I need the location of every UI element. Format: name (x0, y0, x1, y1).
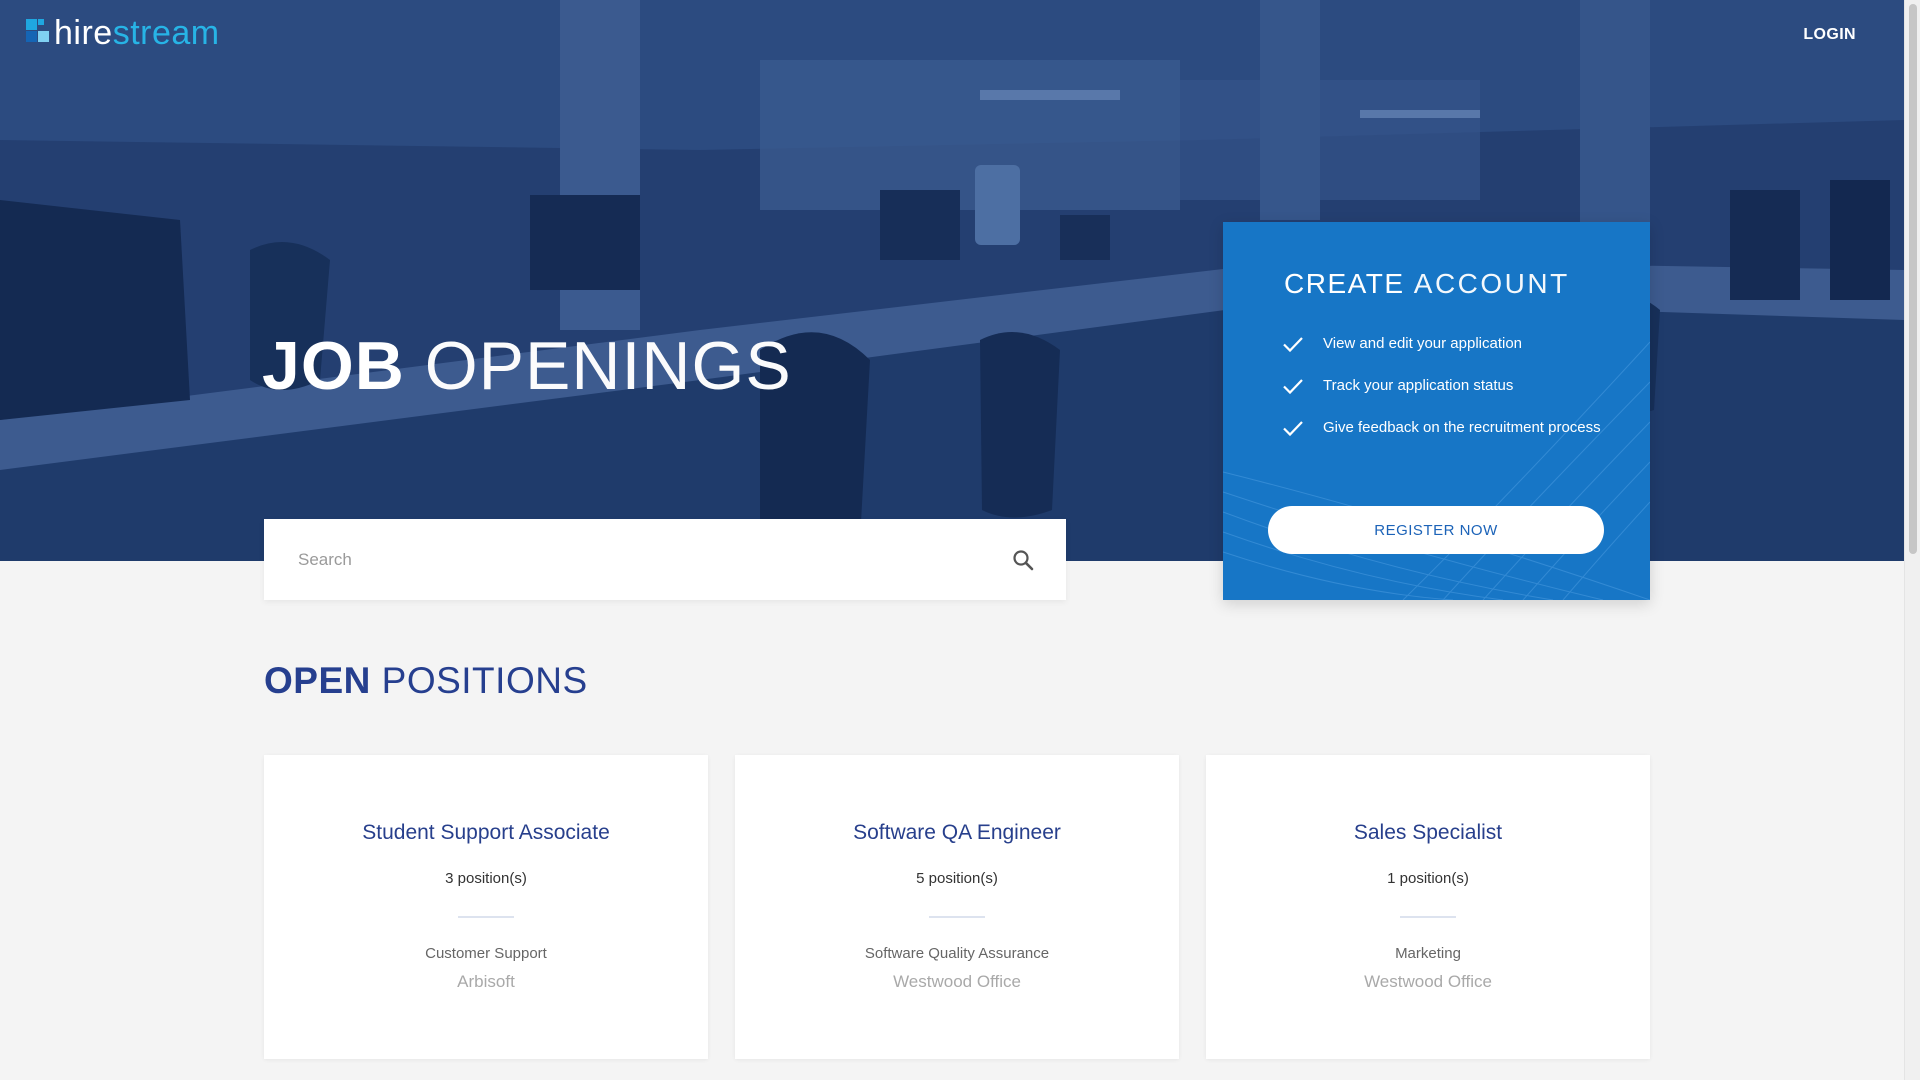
logo-text-hire: hire (54, 14, 113, 52)
job-card[interactable]: Student Support Associate 3 position(s) … (264, 755, 708, 1059)
job-title[interactable]: Sales Specialist (1206, 821, 1650, 845)
logo-mark-icon (26, 19, 50, 47)
check-icon (1283, 421, 1303, 437)
job-position-count: 1 position(s) (1387, 870, 1469, 887)
job-title[interactable]: Software QA Engineer (735, 821, 1179, 845)
logo-wordmark: hirestream (54, 16, 220, 50)
benefit-label: Give feedback on the recruitment process (1323, 419, 1601, 436)
job-divider (1400, 916, 1456, 918)
create-account-title: CREATE ACCOUNT (1284, 268, 1570, 300)
job-location: Westwood Office (893, 972, 1021, 991)
vertical-scrollbar[interactable] (1904, 0, 1920, 1080)
job-position-count: 5 position(s) (916, 870, 998, 887)
search-bar (264, 519, 1066, 600)
page-title: JOB OPENINGS (262, 326, 792, 406)
check-icon (1283, 379, 1303, 395)
logo-text-stream: stream (112, 14, 220, 52)
job-cards-list: Student Support Associate 3 position(s) … (264, 755, 1650, 1059)
benefit-item: Give feedback on the recruitment process (1281, 416, 1601, 440)
open-positions-heading-light: POSITIONS (381, 660, 588, 701)
create-account-title-light: ACCOUNT (1413, 268, 1570, 299)
job-divider (929, 916, 985, 918)
job-department: Software Quality Assurance (864, 945, 1050, 962)
job-position-count: 3 position(s) (445, 870, 527, 887)
benefit-item: Track your application status (1281, 374, 1601, 398)
create-account-card: CREATE ACCOUNT View and edit your applic… (1223, 222, 1650, 600)
search-icon[interactable] (1010, 547, 1036, 573)
scrollbar-thumb[interactable] (1909, 4, 1917, 554)
job-card[interactable]: Sales Specialist 1 position(s) Marketing… (1206, 755, 1650, 1059)
open-positions-heading: OPEN POSITIONS (264, 660, 588, 702)
job-location: Westwood Office (1364, 972, 1492, 991)
job-location: Arbisoft (457, 972, 515, 991)
hirestream-logo[interactable]: hirestream (26, 16, 220, 50)
create-account-title-strong: CREATE (1284, 268, 1405, 299)
register-now-button[interactable]: REGISTER NOW (1268, 506, 1604, 554)
job-card[interactable]: Software QA Engineer 5 position(s) Softw… (735, 755, 1179, 1059)
page-title-light: OPENINGS (424, 328, 792, 404)
page: hirestream LOGIN JOB OPENINGS Search CRE… (0, 0, 1904, 1080)
job-divider (458, 916, 514, 918)
job-department: Customer Support (425, 945, 547, 962)
job-department: Marketing (1395, 945, 1461, 962)
benefit-label: View and edit your application (1323, 335, 1523, 352)
open-positions-heading-strong: OPEN (264, 660, 371, 701)
check-icon (1283, 337, 1303, 353)
search-input[interactable] (296, 548, 1010, 571)
page-title-strong: JOB (262, 328, 405, 404)
benefits-list: View and edit your application Track you… (1281, 332, 1601, 458)
login-link[interactable]: LOGIN (1803, 26, 1856, 44)
benefit-item: View and edit your application (1281, 332, 1601, 356)
benefit-label: Track your application status (1323, 377, 1514, 394)
job-title[interactable]: Student Support Associate (264, 821, 708, 845)
